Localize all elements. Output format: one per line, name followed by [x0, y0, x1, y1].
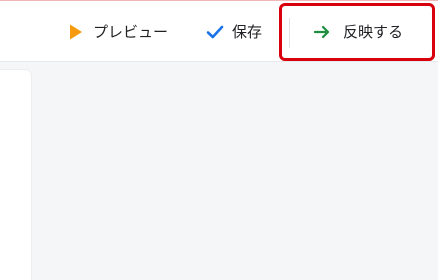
- editor-canvas: [32, 63, 438, 280]
- play-icon: [69, 24, 83, 40]
- check-icon: [206, 24, 224, 40]
- preview-button-label: プレビュー: [93, 23, 169, 41]
- arrow-right-icon: [313, 24, 331, 40]
- apply-button-label: 反映する: [343, 23, 404, 41]
- preview-button[interactable]: プレビュー: [69, 1, 168, 62]
- toolbar-divider: [289, 18, 290, 48]
- save-button[interactable]: 保存: [206, 1, 262, 62]
- editor-toolbar: プレビュー 保存 反映する: [0, 1, 438, 62]
- side-panel: [0, 70, 31, 280]
- apply-button[interactable]: 反映する: [313, 1, 403, 62]
- save-button-label: 保存: [232, 23, 263, 41]
